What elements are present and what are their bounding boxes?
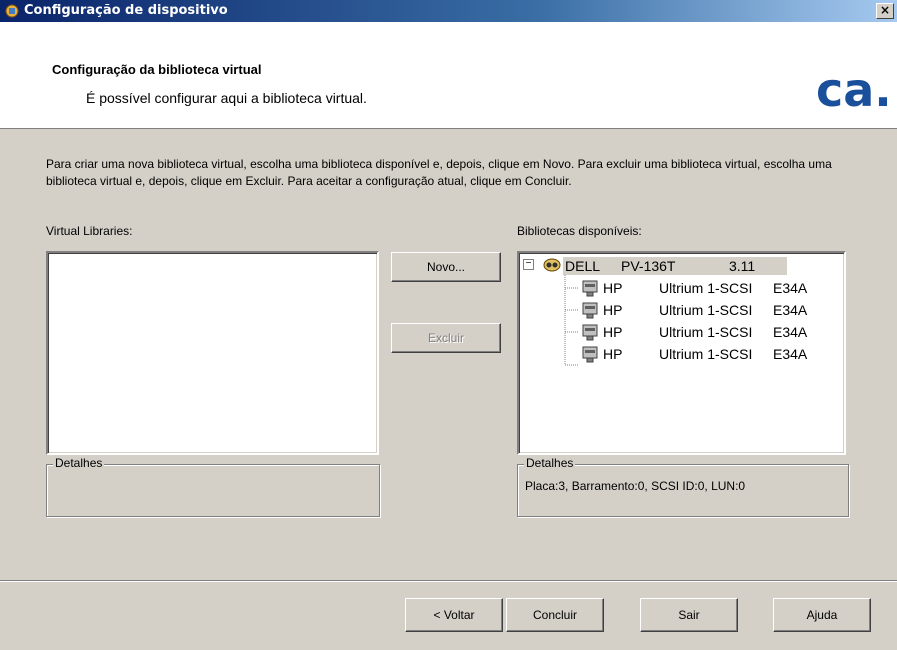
available-details-group: Detalhes Placa:3, Barramento:0, SCSI ID:…: [517, 456, 849, 517]
drive-vendor: HP: [603, 346, 623, 362]
tree-node-library-label: DELL PV-136T 3.11: [563, 257, 787, 275]
tape-library-icon: [543, 258, 561, 272]
library-vendor: DELL: [565, 258, 601, 274]
window-title: Configuração de dispositivo: [24, 3, 228, 18]
drive-vendor: HP: [603, 324, 623, 340]
exit-button[interactable]: Sair: [640, 598, 738, 632]
drive-model: Ultrium 1-SCSI: [659, 280, 753, 296]
available-details-text: Placa:3, Barramento:0, SCSI ID:0, LUN:0: [525, 479, 746, 493]
help-button[interactable]: Ajuda: [773, 598, 871, 632]
delete-button[interactable]: Excluir: [391, 323, 501, 353]
drive-revision: E34A: [773, 302, 808, 318]
page-title: Configuração da biblioteca virtual: [52, 62, 262, 77]
new-button[interactable]: Novo...: [391, 252, 501, 282]
drive-revision: E34A: [773, 280, 808, 296]
finish-button[interactable]: Concluir: [506, 598, 604, 632]
title-bar: Configuração de dispositivo ×: [0, 0, 897, 22]
tape-drive-icon: [582, 302, 598, 319]
tape-drive-icon: [582, 324, 598, 341]
close-icon: ×: [879, 3, 891, 17]
virtual-libraries-list[interactable]: [46, 251, 379, 455]
instructions-text: Para criar uma nova biblioteca virtual, …: [46, 157, 832, 188]
drive-vendor: HP: [603, 280, 623, 296]
tape-drive-icon: [582, 280, 598, 297]
expand-collapse-icon[interactable]: −: [523, 259, 534, 270]
available-libraries-label: Bibliotecas disponíveis:: [517, 224, 642, 238]
drive-model: Ultrium 1-SCSI: [659, 346, 753, 362]
svg-text:ca.: ca.: [816, 66, 892, 112]
virtual-details-label: Detalhes: [53, 456, 105, 470]
app-icon: [5, 4, 19, 18]
wizard-header: Configuração da biblioteca virtual É pos…: [0, 22, 897, 129]
library-model: PV-136T: [621, 258, 676, 274]
drive-model: Ultrium 1-SCSI: [659, 324, 753, 340]
back-button[interactable]: < Voltar: [405, 598, 503, 632]
virtual-details-group: Detalhes: [46, 456, 380, 517]
close-button[interactable]: ×: [876, 3, 894, 19]
footer-divider-highlight: [0, 581, 897, 582]
drive-model: Ultrium 1-SCSI: [659, 302, 753, 318]
ca-logo: ca.: [816, 66, 892, 112]
page-subtitle: É possível configurar aqui a biblioteca …: [86, 90, 367, 106]
library-version: 3.11: [729, 258, 756, 274]
tape-drive-icon: [582, 346, 598, 363]
virtual-libraries-label: Virtual Libraries:: [46, 224, 133, 238]
drive-revision: E34A: [773, 324, 808, 340]
drive-vendor: HP: [603, 302, 623, 318]
drive-revision: E34A: [773, 346, 808, 362]
available-details-label: Detalhes: [524, 456, 576, 470]
available-libraries-tree[interactable]: − DELL PV-136T 3.11 HP Ultrium 1-SCSI E34A…: [517, 251, 846, 455]
